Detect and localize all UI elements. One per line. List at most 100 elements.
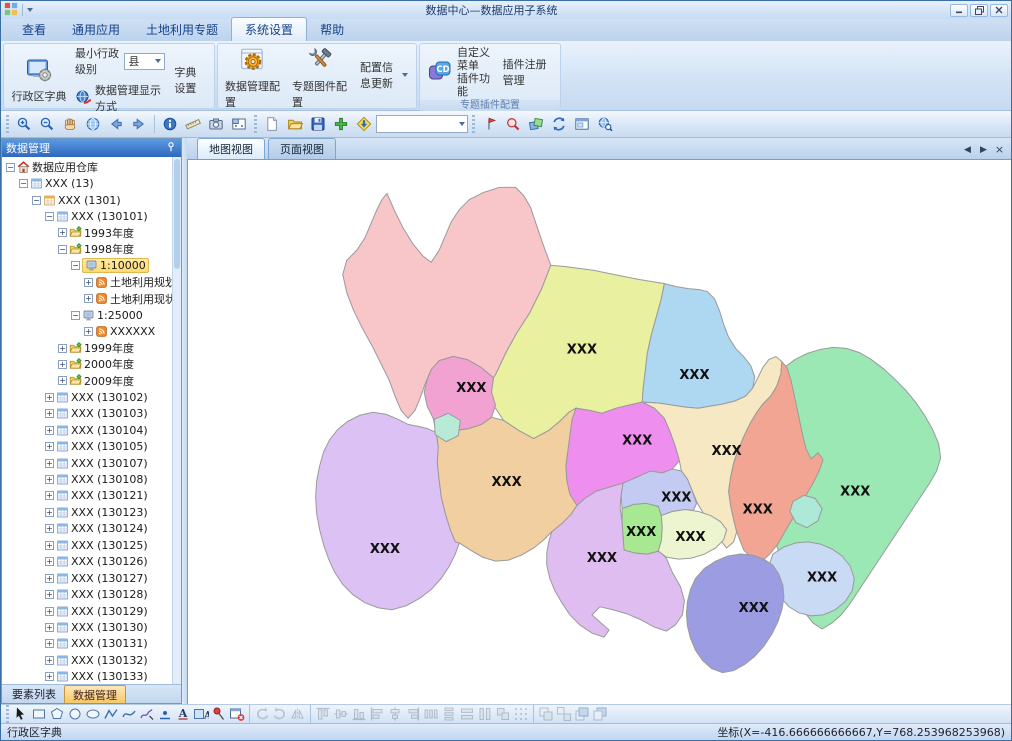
align-bottom-button[interactable] xyxy=(350,706,368,723)
tree-expander[interactable]: + xyxy=(45,672,54,681)
distribute-h-button[interactable] xyxy=(422,706,440,723)
group-button[interactable] xyxy=(537,706,555,723)
custom-menu-plugin-button[interactable]: CD 自定义菜单 插件功能 xyxy=(424,45,494,99)
tree-item[interactable]: +XXX (130105) xyxy=(2,438,172,454)
tree-expander[interactable]: + xyxy=(45,442,54,451)
tree-expander[interactable]: + xyxy=(45,639,54,648)
align-right-button[interactable] xyxy=(404,706,422,723)
tree-item[interactable]: +XXX (130102) xyxy=(2,389,172,405)
save-button[interactable] xyxy=(307,113,329,135)
tree-expander[interactable]: − xyxy=(32,196,41,205)
full-extent-button[interactable] xyxy=(82,113,104,135)
toolbar-grip[interactable] xyxy=(6,705,9,723)
tree-expander[interactable]: + xyxy=(45,393,54,402)
tree-item[interactable]: +XXX (130128) xyxy=(2,586,172,602)
tree-item[interactable]: +1993年度 xyxy=(2,225,172,241)
tree-item[interactable]: +XXX (130124) xyxy=(2,521,172,537)
minimize-button[interactable] xyxy=(950,4,968,17)
circle-button[interactable] xyxy=(66,706,84,723)
tab-page-view[interactable]: 页面视图 xyxy=(268,138,336,159)
tree-item[interactable]: −XXX (130101) xyxy=(2,208,172,224)
flip-button[interactable] xyxy=(289,706,307,723)
tree-expander[interactable]: + xyxy=(45,459,54,468)
tree-item[interactable]: +土地利用现状 xyxy=(2,291,172,307)
toolbar-grip[interactable] xyxy=(6,115,9,133)
same-height-button[interactable] xyxy=(476,706,494,723)
restore-button[interactable] xyxy=(970,4,988,17)
ribbon-tab[interactable]: 系统设置 xyxy=(231,17,307,41)
admin-dictionary-button[interactable]: 行政区字典 xyxy=(8,55,70,105)
toolbar-grip[interactable] xyxy=(254,115,257,133)
tree-expander[interactable]: + xyxy=(45,607,54,616)
config-update-button[interactable]: 配置信息更新 xyxy=(356,57,412,93)
bookmark-button[interactable] xyxy=(479,113,501,135)
tree-item[interactable]: +XXXXXX xyxy=(2,323,172,339)
tree-expander[interactable]: + xyxy=(45,491,54,500)
tree-item[interactable]: −XXX (13) xyxy=(2,175,172,191)
rectangle-button[interactable] xyxy=(30,706,48,723)
tree-expander[interactable]: + xyxy=(45,409,54,418)
tree-expander[interactable]: − xyxy=(6,163,15,172)
tree-item[interactable]: +XXX (130133) xyxy=(2,669,172,684)
scale-combobox[interactable] xyxy=(376,115,468,133)
overview-button[interactable] xyxy=(228,113,250,135)
same-width-button[interactable] xyxy=(458,706,476,723)
tree-expander[interactable]: + xyxy=(45,426,54,435)
refresh-button[interactable] xyxy=(548,113,570,135)
pin-flag-button[interactable] xyxy=(210,706,228,723)
tree-expander[interactable]: + xyxy=(84,294,93,303)
same-size-button[interactable] xyxy=(494,706,512,723)
theme-config-button[interactable]: 专题图件配置 xyxy=(289,45,351,111)
tree-expander[interactable]: − xyxy=(45,212,54,221)
tree-expander[interactable]: + xyxy=(45,590,54,599)
layers-button[interactable] xyxy=(525,113,547,135)
next-extent-button[interactable] xyxy=(128,113,150,135)
measure-button[interactable] xyxy=(182,113,204,135)
label-button[interactable]: A xyxy=(192,706,210,723)
align-top-button[interactable] xyxy=(314,706,332,723)
pin-icon[interactable] xyxy=(165,141,177,156)
tree-expander[interactable]: − xyxy=(19,179,28,188)
tree-item[interactable]: +1999年度 xyxy=(2,340,172,356)
tree-item[interactable]: +XXX (130104) xyxy=(2,422,172,438)
tree-item[interactable]: +XXX (130132) xyxy=(2,652,172,668)
tree-expander[interactable]: + xyxy=(84,278,93,287)
new-document-button[interactable] xyxy=(261,113,283,135)
tree-item[interactable]: +XXX (130130) xyxy=(2,619,172,635)
tree-expander[interactable]: + xyxy=(84,327,93,336)
tree-item[interactable]: −1:10000 xyxy=(2,258,172,274)
align-center-button[interactable] xyxy=(386,706,404,723)
tree-expander[interactable]: + xyxy=(45,574,54,583)
tree-item[interactable]: +XXX (130107) xyxy=(2,455,172,471)
snapshot-button[interactable] xyxy=(205,113,227,135)
tab-data-management[interactable]: 数据管理 xyxy=(64,685,126,703)
import-data-button[interactable] xyxy=(353,113,375,135)
map-canvas[interactable]: XXXXXXXXXXXXXXXXXXXXXXXXXXXXXXXXXXXXXXXX… xyxy=(187,159,1011,704)
tree-scrollbar[interactable] xyxy=(172,157,181,684)
tree-item[interactable]: +XXX (130123) xyxy=(2,504,172,520)
freehand-button[interactable] xyxy=(138,706,156,723)
align-left-button[interactable] xyxy=(368,706,386,723)
send-back-button[interactable] xyxy=(591,706,609,723)
tree-expander[interactable]: + xyxy=(45,656,54,665)
tree-expander[interactable]: + xyxy=(45,524,54,533)
ribbon-tab[interactable]: 帮助 xyxy=(307,18,357,41)
toolbar-grip[interactable] xyxy=(472,115,475,133)
scrollbar-thumb[interactable] xyxy=(174,159,180,269)
bring-front-button[interactable] xyxy=(573,706,591,723)
delete-window-button[interactable] xyxy=(228,706,246,723)
tree-expander[interactable]: + xyxy=(58,228,67,237)
curve-button[interactable] xyxy=(120,706,138,723)
tree-item[interactable]: −数据应用仓库 xyxy=(2,159,172,175)
rotate-right-button[interactable] xyxy=(271,706,289,723)
tree-item[interactable]: +土地利用规划 xyxy=(2,274,172,290)
identify-button[interactable] xyxy=(159,113,181,135)
prev-extent-button[interactable] xyxy=(105,113,127,135)
tree-item[interactable]: +XXX (130108) xyxy=(2,471,172,487)
rotate-left-button[interactable] xyxy=(253,706,271,723)
tree-expander[interactable]: + xyxy=(58,360,67,369)
globe-search-button[interactable] xyxy=(594,113,616,135)
align-middle-button[interactable] xyxy=(332,706,350,723)
tree-expander[interactable]: − xyxy=(71,311,80,320)
zoom-in-button[interactable] xyxy=(13,113,35,135)
